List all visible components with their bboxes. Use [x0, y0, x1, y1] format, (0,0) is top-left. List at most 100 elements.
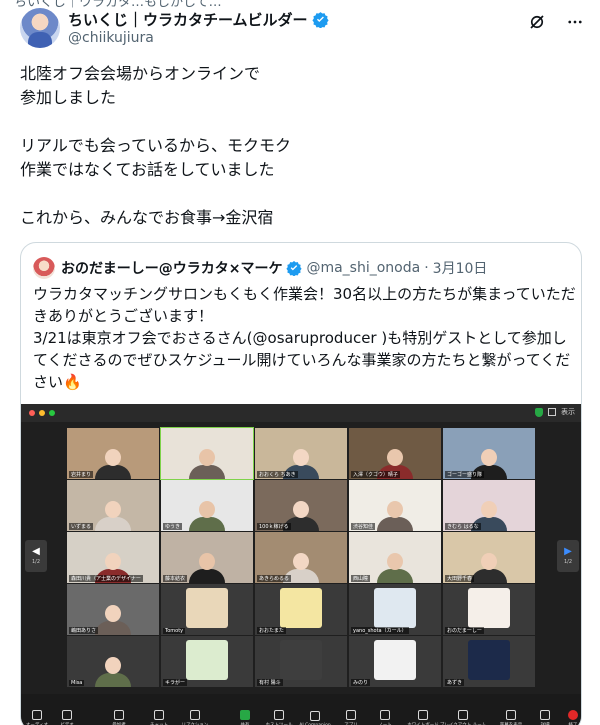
previous-page-button[interactable]: ◀ 1/2	[25, 540, 47, 572]
verified-badge-icon	[286, 260, 303, 276]
author-name-line[interactable]: ちいくじ｜ウラカタチームビルダー	[68, 9, 329, 30]
participant-tile[interactable]: あずき	[443, 636, 535, 687]
participant-tile[interactable]: あきらめるる	[255, 532, 347, 583]
participant-tile[interactable]: きむら はるな	[443, 480, 535, 531]
author-display-name[interactable]: ちいくじ｜ウラカタチームビルダー	[68, 9, 308, 30]
participant-tile[interactable]: おおくら ちあき	[255, 428, 347, 479]
participant-head	[387, 449, 403, 466]
participant-body	[377, 569, 413, 583]
participant-name: あずき	[445, 679, 465, 686]
participants-button[interactable]: 参加者	[103, 710, 135, 725]
reactions-icon	[190, 710, 200, 720]
notes-button[interactable]: ノート	[369, 710, 401, 725]
participant-head	[105, 553, 121, 570]
quoted-tweet[interactable]: おのだまーしー@ウラカタ×マーケ @ma_shi_onoda · 3月10日 ウ…	[20, 242, 582, 725]
chat-button[interactable]: チャット	[143, 710, 175, 725]
participant-profile-picture	[374, 640, 416, 680]
header-actions	[527, 12, 585, 32]
captions-button[interactable]: 字幕を表示	[495, 710, 527, 725]
participant-tile[interactable]: Tomoty	[161, 584, 253, 635]
whiteboard-button[interactable]: ホワイトボード	[407, 710, 439, 725]
apps-button[interactable]: アプリ	[335, 710, 367, 725]
participant-tile[interactable]: 岩井まり	[67, 428, 159, 479]
participant-tile[interactable]	[160, 427, 254, 480]
zoom-top-right: 表示	[535, 407, 575, 417]
notes-icon	[380, 710, 390, 720]
participant-tile[interactable]: いずまる	[67, 480, 159, 531]
participant-tile[interactable]: 嶋田ありさ	[67, 584, 159, 635]
participant-head	[481, 553, 497, 570]
participant-tile[interactable]: ゴーゴー盛り隊	[443, 428, 535, 479]
more-icon	[540, 710, 550, 720]
more-icon[interactable]	[565, 12, 585, 32]
quoted-author-avatar	[33, 257, 55, 279]
participant-tile[interactable]: おおたまた	[255, 584, 347, 635]
participant-video	[187, 449, 227, 479]
participant-tile[interactable]: キラがー	[161, 636, 253, 687]
participant-name: 有村 陽斗	[257, 679, 283, 686]
participant-name: 大田野千春	[445, 575, 475, 582]
zoom-toolbar: オーディオビデオ 参加者チャットリアクション 共有ホストツール AI Companio…	[21, 694, 581, 725]
captions-icon	[506, 710, 516, 720]
participant-body	[189, 465, 225, 479]
participant-tile[interactable]: ゆうき	[161, 480, 253, 531]
participant-name: ゴーゴー盛り隊	[445, 471, 485, 478]
tweet-text: 北陸オフ会会場からオンラインで 参加しました リアルでも会っているから、モクモク…	[20, 64, 292, 227]
grok-icon[interactable]	[527, 12, 547, 32]
author-handle[interactable]: @chiikujiura	[68, 30, 154, 46]
participant-video	[93, 449, 133, 479]
participant-name: 渋谷知佳	[351, 523, 376, 530]
quoted-tweet-header: おのだまーしー@ウラカタ×マーケ @ma_shi_onoda · 3月10日	[33, 257, 487, 279]
participant-profile-picture	[186, 588, 228, 628]
participant-tile[interactable]: 渋谷知佳	[349, 480, 441, 531]
participant-tile[interactable]: yano_shota（カール）	[349, 584, 441, 635]
participant-body	[95, 465, 131, 479]
video-icon	[62, 710, 72, 720]
participant-name: 西山瞳	[351, 575, 371, 582]
participant-tile[interactable]: Misa	[67, 636, 159, 687]
participant-name: みのり	[351, 679, 371, 686]
participant-profile-picture	[468, 640, 510, 680]
tweet-header: ちいくじ｜ウラカタチームビルダー @chiikujiura	[20, 8, 585, 50]
participant-head	[293, 553, 309, 570]
participant-tile[interactable]: 藤本結衣	[161, 532, 253, 583]
participant-tile[interactable]: 西山瞳	[349, 532, 441, 583]
ai-companion-button[interactable]: AI Companion	[299, 711, 331, 725]
participant-head	[199, 501, 215, 518]
maximize-dot-icon	[49, 410, 55, 416]
minimize-dot-icon	[39, 410, 45, 416]
reactions-button[interactable]: リアクション	[179, 710, 211, 725]
author-avatar[interactable]	[20, 8, 60, 48]
participant-head	[199, 449, 215, 466]
participant-name: きむら はるな	[445, 523, 481, 530]
participant-profile-picture	[186, 640, 228, 680]
participant-tile[interactable]: 大田野千春	[443, 532, 535, 583]
participant-video	[93, 605, 133, 635]
quoted-tweet-body: ウラカタマッチングサロンもくもく作業会！30名以上の方たちが集まっていただきあり…	[33, 285, 576, 391]
participant-tile[interactable]: 有村 陽斗	[255, 636, 347, 687]
apps-icon	[346, 710, 356, 720]
participant-tile[interactable]: 入澤（クゴウ）晴子	[349, 428, 441, 479]
participant-tile[interactable]: おのだまーしー	[443, 584, 535, 635]
participant-head	[105, 501, 121, 518]
participant-head	[105, 449, 121, 466]
participant-body	[189, 569, 225, 583]
end-button[interactable]: 終了	[557, 710, 581, 725]
arrow-right-icon: ▶	[564, 546, 572, 557]
zoom-title-bar: 表示	[21, 404, 581, 422]
host-tools-button[interactable]: ホストツール	[263, 710, 295, 725]
breakout-rooms-button[interactable]: ブレイクアウト ルーム	[440, 710, 486, 725]
video-button[interactable]: ビデオ	[51, 710, 83, 725]
participant-tile[interactable]: 森田川貴（ア士業のデザイナー	[67, 532, 159, 583]
view-label: 表示	[561, 408, 575, 416]
participant-body	[95, 517, 131, 531]
participant-name: 嶋田ありさ	[69, 627, 99, 634]
participant-tile[interactable]: みのり	[349, 636, 441, 687]
share-button[interactable]: 共有	[229, 710, 261, 725]
next-page-button[interactable]: ▶ 1/2	[557, 540, 579, 572]
zoom-meeting-screenshot[interactable]: 表示 岩井まり おおくら ちあき 入澤（クゴウ）晴子 ゴーゴー盛り隊いずまる ゆうき 10…	[21, 404, 581, 725]
fire-emoji: 🔥	[63, 373, 82, 391]
participant-video	[469, 553, 509, 583]
audio-button[interactable]: オーディオ	[21, 710, 53, 725]
participant-tile[interactable]: 100ｋ稼げる	[255, 480, 347, 531]
